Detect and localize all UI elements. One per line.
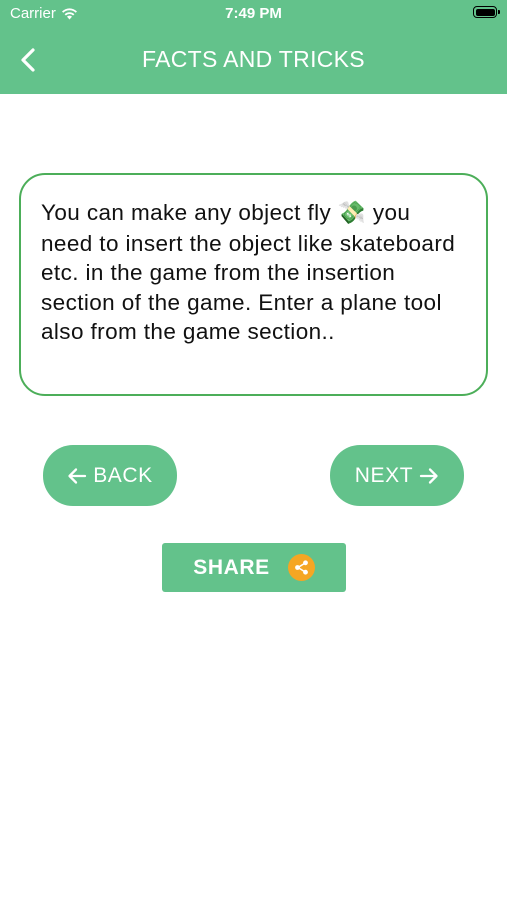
battery-icon xyxy=(473,6,500,18)
share-button-label: SHARE xyxy=(193,555,270,579)
fact-card: You can make any object fly 💸 you need t… xyxy=(19,173,488,396)
battery-level xyxy=(475,8,495,16)
share-button[interactable]: SHARE xyxy=(162,543,346,592)
status-bar: Carrier 7:49 PM xyxy=(0,0,507,28)
header-bar: Carrier 7:49 PM FACTS AND TRICKS xyxy=(0,0,507,94)
back-button[interactable]: BACK xyxy=(43,445,177,506)
next-button[interactable]: NEXT xyxy=(330,445,464,506)
money-with-wings-icon: 💸 xyxy=(337,200,367,226)
share-icon xyxy=(287,554,315,581)
back-button-label: BACK xyxy=(93,463,153,487)
arrow-left-icon xyxy=(68,467,87,484)
arrow-right-icon xyxy=(420,467,438,484)
page-title: FACTS AND TRICKS xyxy=(142,46,365,72)
fact-text-start: You can make any object fly xyxy=(41,200,338,225)
next-button-label: NEXT xyxy=(354,463,414,487)
status-time: 7:49 PM xyxy=(225,5,282,22)
